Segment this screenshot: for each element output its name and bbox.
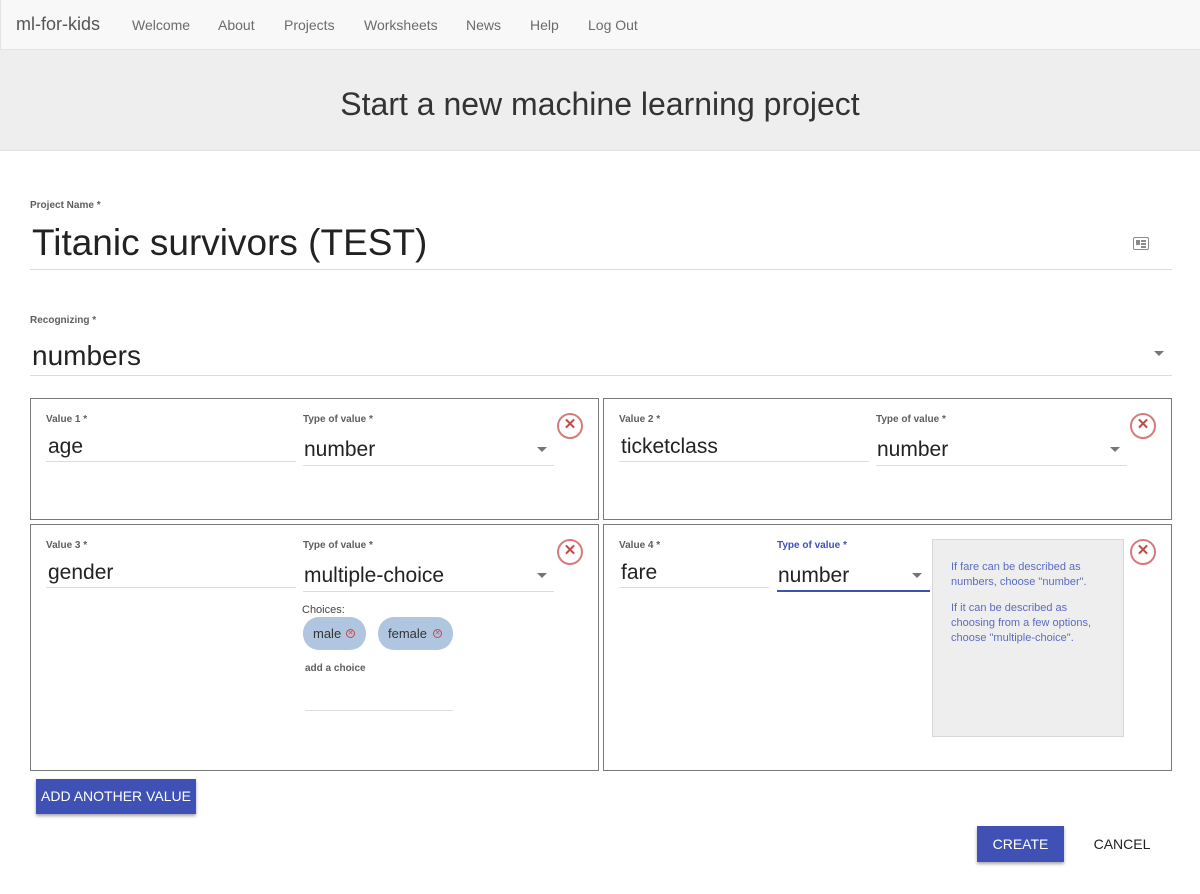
value-2-type-label-text: Type of value <box>876 414 940 425</box>
chevron-down-icon[interactable] <box>537 447 547 452</box>
value-1-label-text: Value 1 <box>46 414 81 425</box>
value-2-label-text: Value 2 <box>619 414 654 425</box>
required-marker: * <box>83 540 88 551</box>
project-name-label-text: Project Name <box>30 200 94 211</box>
recognizing-label: Recognizing * <box>30 315 96 326</box>
choice-chip-label: female <box>388 626 428 641</box>
recognizing-select[interactable]: numbers <box>30 340 1172 376</box>
choice-chip-male: male ✕ <box>303 617 366 650</box>
required-marker: * <box>656 414 661 425</box>
value-3-name-input[interactable]: gender <box>46 561 296 588</box>
required-marker: * <box>656 540 661 551</box>
choice-chip-female: female ✕ <box>378 617 453 650</box>
remove-value-3-button[interactable]: ✕ <box>557 539 583 565</box>
required-marker: * <box>96 200 101 211</box>
nav-news[interactable]: News <box>466 17 501 33</box>
value-2-name-input[interactable]: ticketclass <box>619 435 869 462</box>
help-text-number: If fare can be described as numbers, cho… <box>951 561 1087 588</box>
page-title: Start a new machine learning project <box>340 86 860 122</box>
contact-card-icon <box>1133 237 1149 250</box>
add-another-value-button[interactable]: ADD ANOTHER VALUE <box>36 779 196 814</box>
add-choice-label: add a choice <box>305 663 366 674</box>
chevron-down-icon[interactable] <box>537 573 547 578</box>
value-4-label: Value 4 * <box>619 540 660 551</box>
value-3-label: Value 3 * <box>46 540 87 551</box>
project-name-label: Project Name * <box>30 200 101 211</box>
required-marker: * <box>941 414 946 425</box>
recognizing-label-text: Recognizing <box>30 315 90 326</box>
value-3-type-label: Type of value * <box>303 540 373 551</box>
project-name-input[interactable]: Titanic survivors (TEST) <box>30 222 1172 270</box>
remove-value-4-button[interactable]: ✕ <box>1130 539 1156 565</box>
required-marker: * <box>368 540 373 551</box>
remove-choice-icon[interactable]: ✕ <box>433 629 442 638</box>
navbar: ml-for-kids Welcome About Projects Works… <box>0 0 1200 50</box>
add-choice-input[interactable] <box>305 691 453 711</box>
value-4-type-label: Type of value * <box>777 540 847 551</box>
nav-help[interactable]: Help <box>530 17 559 33</box>
create-button[interactable]: CREATE <box>977 826 1064 862</box>
required-marker: * <box>368 414 373 425</box>
choices-label: Choices: <box>302 604 345 616</box>
chevron-down-icon[interactable] <box>912 573 922 578</box>
remove-value-2-button[interactable]: ✕ <box>1130 413 1156 439</box>
remove-value-1-button[interactable]: ✕ <box>557 413 583 439</box>
required-marker: * <box>92 315 97 326</box>
nav-welcome[interactable]: Welcome <box>132 17 190 33</box>
value-2-type-label: Type of value * <box>876 414 946 425</box>
value-3-type-label-text: Type of value <box>303 540 367 551</box>
chevron-down-icon[interactable] <box>1154 351 1164 356</box>
brand-link[interactable]: ml-for-kids <box>16 14 100 35</box>
value-1-name-input[interactable]: age <box>46 435 296 462</box>
type-help-tooltip: If fare can be described as numbers, cho… <box>932 539 1124 737</box>
remove-choice-icon[interactable]: ✕ <box>346 629 355 638</box>
value-1-label: Value 1 * <box>46 414 87 425</box>
value-4-type-label-text: Type of value <box>777 540 841 551</box>
value-3-label-text: Value 3 <box>46 540 81 551</box>
nav-worksheets[interactable]: Worksheets <box>364 17 438 33</box>
help-text-multiple-choice: If it can be described as choosing from … <box>951 602 1092 644</box>
nav-about[interactable]: About <box>218 17 255 33</box>
value-3-type-select[interactable]: multiple-choice <box>303 562 554 592</box>
value-1-type-label-text: Type of value <box>303 414 367 425</box>
value-1-type-select[interactable]: number <box>303 436 554 466</box>
value-4-label-text: Value 4 <box>619 540 654 551</box>
nav-projects[interactable]: Projects <box>284 17 335 33</box>
cancel-button[interactable]: CANCEL <box>1082 826 1162 862</box>
value-4-name-input[interactable]: fare <box>619 561 769 588</box>
required-marker: * <box>842 540 847 551</box>
chevron-down-icon[interactable] <box>1110 447 1120 452</box>
page-banner: Start a new machine learning project <box>0 50 1200 151</box>
value-2-label: Value 2 * <box>619 414 660 425</box>
value-4-type-select[interactable]: number <box>777 562 930 592</box>
choice-chip-label: male <box>313 626 342 641</box>
required-marker: * <box>83 414 88 425</box>
value-2-type-select[interactable]: number <box>876 436 1127 466</box>
nav-logout[interactable]: Log Out <box>588 17 638 33</box>
value-1-type-label: Type of value * <box>303 414 373 425</box>
